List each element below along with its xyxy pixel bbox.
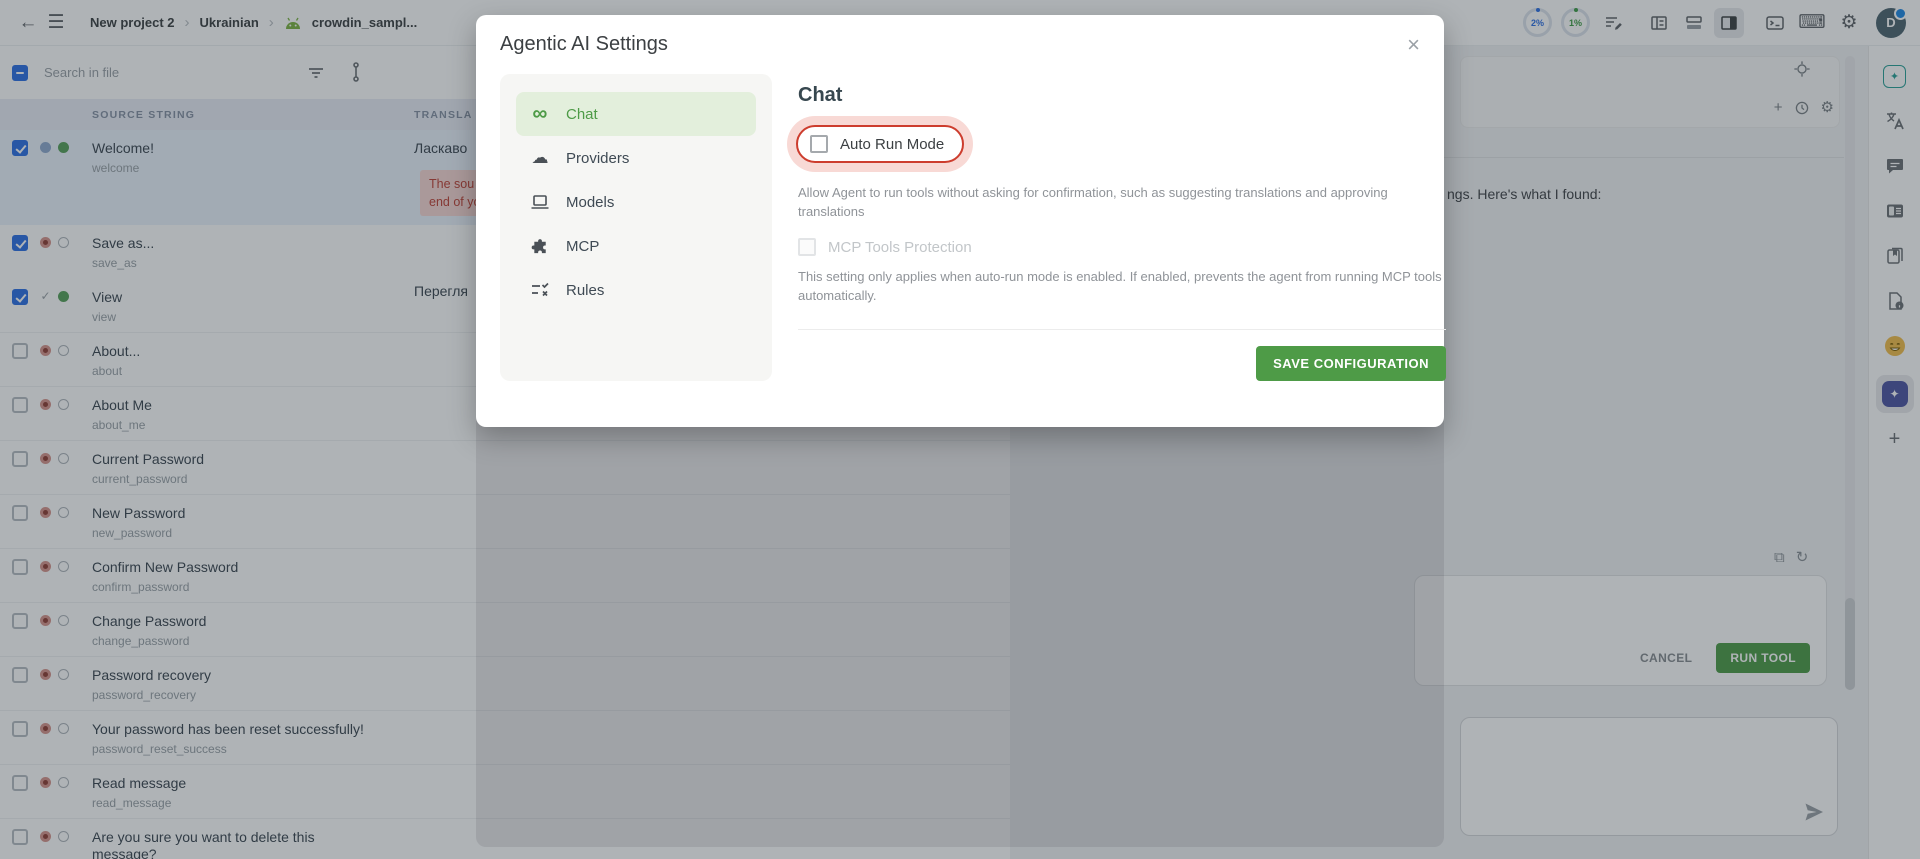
nav-item-mcp[interactable]: MCP: [516, 224, 756, 268]
list-check-icon: [528, 281, 552, 299]
agentic-ai-settings-modal: Agentic AI Settings × ∞ Chat ☁ Providers…: [476, 15, 1444, 427]
auto-run-checkbox[interactable]: [810, 135, 828, 153]
nav-label: Providers: [566, 150, 629, 167]
modal-nav: ∞ Chat ☁ Providers Models: [500, 74, 772, 381]
nav-item-chat[interactable]: ∞ Chat: [516, 92, 756, 136]
modal-content: Chat Auto Run Mode Allow Agent to run to…: [798, 74, 1446, 381]
highlight-halo: Auto Run Mode: [787, 116, 973, 172]
nav-label: Models: [566, 194, 614, 211]
auto-run-label: Auto Run Mode: [840, 136, 944, 153]
section-title: Chat: [798, 84, 1446, 107]
divider: [798, 329, 1446, 330]
mcp-protection-toggle[interactable]: MCP Tools Protection: [798, 238, 1446, 256]
nav-item-rules[interactable]: Rules: [516, 268, 756, 312]
nav-label: Chat: [566, 106, 598, 123]
nav-item-models[interactable]: Models: [516, 180, 756, 224]
auto-run-mode-toggle[interactable]: Auto Run Mode: [796, 125, 964, 163]
cloud-icon: ☁: [528, 148, 552, 168]
laptop-icon: [528, 193, 552, 211]
save-configuration-button[interactable]: SAVE CONFIGURATION: [1256, 346, 1446, 381]
auto-run-description: Allow Agent to run tools without asking …: [798, 183, 1446, 221]
nav-label: Rules: [566, 282, 604, 299]
nav-item-providers[interactable]: ☁ Providers: [516, 136, 756, 180]
mcp-protection-checkbox[interactable]: [798, 238, 816, 256]
close-icon[interactable]: ×: [1407, 35, 1420, 55]
puzzle-icon: [528, 237, 552, 256]
nav-label: MCP: [566, 238, 599, 255]
app-window: ← ☰ New project 2 › Ukrainian › crowdin_…: [0, 0, 1920, 859]
mcp-protection-label: MCP Tools Protection: [828, 239, 972, 256]
chat-loop-icon: ∞: [528, 106, 552, 122]
mcp-protection-description: This setting only applies when auto-run …: [798, 267, 1446, 305]
modal-title: Agentic AI Settings: [500, 33, 668, 56]
